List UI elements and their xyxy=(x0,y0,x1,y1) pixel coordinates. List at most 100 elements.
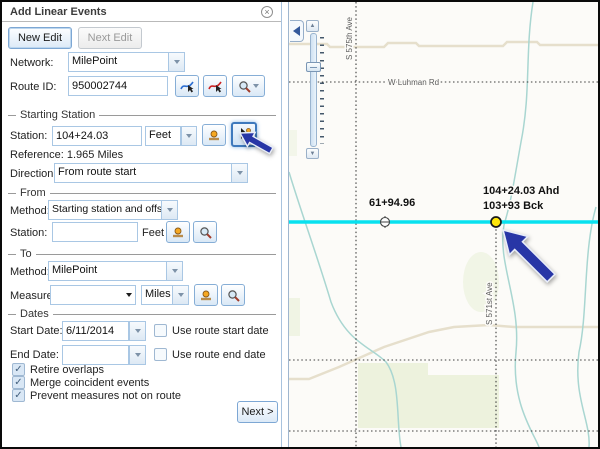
route-id-label: Route ID: xyxy=(10,81,56,93)
from-legend: From xyxy=(8,187,276,199)
panel-title: Add Linear Events xyxy=(10,6,107,18)
search-icon xyxy=(227,289,240,302)
station-icon xyxy=(199,288,213,302)
tan-road xyxy=(289,325,599,379)
chevron-down-icon[interactable] xyxy=(126,286,135,304)
route-clear-icon xyxy=(208,79,223,93)
prevent-measures-label: Prevent measures not on route xyxy=(30,390,181,402)
map-canvas: W Luhman Rd S 575th Ave S 571st Ave 61+9… xyxy=(289,2,599,447)
pick-station-on-map-button[interactable] xyxy=(231,122,257,147)
street-label-vertical-top: S 575th Ave xyxy=(345,16,354,60)
station-label: Station: xyxy=(10,130,47,142)
close-icon[interactable]: × xyxy=(261,6,273,18)
reference-text: Reference: 1.965 Miles xyxy=(10,149,123,161)
chevron-down-icon[interactable] xyxy=(168,53,184,71)
use-route-start-date-checkbox[interactable] xyxy=(154,324,167,337)
measure-unit-value: Miles xyxy=(142,286,172,304)
measure-search-button[interactable] xyxy=(221,284,245,306)
from-method-select[interactable]: Starting station and offset xyxy=(48,200,178,220)
chevron-down-icon xyxy=(130,346,145,364)
to-legend: To xyxy=(8,248,276,260)
from-station-label: Station: xyxy=(10,227,47,239)
station-measure-label-ahead: 104+24.03 Ahd xyxy=(483,185,559,197)
station-measure-label-back: 103+93 Bck xyxy=(483,200,544,212)
end-date-dropdown[interactable] xyxy=(129,345,146,365)
retire-overlaps-label: Retire overlaps xyxy=(30,364,104,376)
station-input[interactable] xyxy=(52,126,142,146)
merge-coincident-events-checkbox[interactable]: ✓ xyxy=(12,376,25,389)
measure-combo[interactable] xyxy=(50,285,136,305)
search-icon xyxy=(199,226,212,239)
station-measure-label-left: 61+94.96 xyxy=(369,197,415,209)
new-edit-button[interactable]: New Edit xyxy=(8,27,72,49)
zoom-in-button[interactable]: ▲ xyxy=(306,20,319,32)
use-route-start-date-label: Use route start date xyxy=(172,325,269,337)
zoom-slider-handle[interactable] xyxy=(306,62,321,72)
direction-label: Direction: xyxy=(10,168,56,180)
start-date-input[interactable] xyxy=(62,321,129,341)
route-search-button[interactable] xyxy=(232,75,265,97)
select-route-on-map-button[interactable] xyxy=(175,75,199,97)
zoom-slider-ticks xyxy=(320,37,324,144)
from-method-label: Method: xyxy=(10,205,50,217)
retire-overlaps-checkbox[interactable]: ✓ xyxy=(12,363,25,376)
starting-station-legend: Starting Station xyxy=(8,109,276,121)
app-window: Add Linear Events × New Edit Next Edit N… xyxy=(0,0,600,449)
to-method-select[interactable]: MilePoint xyxy=(48,261,183,281)
direction-select[interactable]: From route start xyxy=(54,163,248,183)
stream xyxy=(503,2,539,447)
from-method-value: Starting station and offset xyxy=(49,201,161,219)
measure-unit-select[interactable]: Miles xyxy=(141,285,189,305)
to-method-label: Method: xyxy=(10,266,50,278)
pick-station-icon xyxy=(237,127,252,142)
next-button[interactable]: Next > xyxy=(237,401,278,423)
collapse-panel-button[interactable] xyxy=(290,20,304,42)
station-measure-button[interactable] xyxy=(202,124,226,146)
end-date-input[interactable] xyxy=(62,345,129,365)
route-id-input[interactable] xyxy=(68,76,168,96)
network-value: MilePoint xyxy=(69,53,168,71)
green-area xyxy=(289,298,300,336)
chevron-down-icon xyxy=(130,322,145,340)
network-label: Network: xyxy=(10,57,53,69)
merge-coincident-events-label: Merge coincident events xyxy=(30,377,149,389)
chevron-down-icon[interactable] xyxy=(231,164,247,182)
to-method-value: MilePoint xyxy=(49,262,166,280)
start-date-dropdown[interactable] xyxy=(129,321,146,341)
green-area xyxy=(289,130,297,156)
measure-value xyxy=(51,286,126,304)
measure-pick-button[interactable] xyxy=(194,284,218,306)
clear-route-selection-button[interactable] xyxy=(203,75,227,97)
next-edit-button[interactable]: Next Edit xyxy=(78,27,142,49)
prevent-measures-checkbox[interactable]: ✓ xyxy=(12,389,25,402)
from-station-input[interactable] xyxy=(52,222,138,242)
zoom-out-button[interactable]: ▼ xyxy=(306,148,319,159)
add-linear-events-panel: Add Linear Events × New Edit Next Edit N… xyxy=(2,2,282,447)
chevron-down-icon xyxy=(253,84,259,88)
search-icon xyxy=(238,80,251,93)
zoom-slider-track[interactable] xyxy=(310,33,317,147)
selected-station-marker[interactable] xyxy=(491,217,501,227)
route-select-icon xyxy=(180,79,195,93)
dates-legend: Dates xyxy=(8,308,276,320)
direction-value: From route start xyxy=(55,164,231,182)
map-viewport[interactable]: W Luhman Rd S 575th Ave S 571st Ave 61+9… xyxy=(288,2,598,447)
tan-road xyxy=(289,42,599,47)
station-unit-arrow[interactable] xyxy=(181,126,197,146)
station-unit-select[interactable]: Feet xyxy=(145,126,181,146)
chevron-down-icon xyxy=(182,127,196,145)
station-unit-value: Feet xyxy=(146,127,180,145)
station-icon xyxy=(171,225,185,239)
reference-point-marker xyxy=(381,216,390,228)
use-route-end-date-checkbox[interactable] xyxy=(154,348,167,361)
chevron-left-icon xyxy=(293,26,300,36)
street-label-vertical-bottom: S 571st Ave xyxy=(485,282,494,325)
start-date-label: Start Date: xyxy=(10,325,63,337)
chevron-down-icon[interactable] xyxy=(161,201,177,219)
panel-header: Add Linear Events × xyxy=(2,2,281,22)
chevron-down-icon[interactable] xyxy=(172,286,188,304)
chevron-down-icon[interactable] xyxy=(166,262,182,280)
network-select[interactable]: MilePoint xyxy=(68,52,185,72)
from-station-search-button[interactable] xyxy=(193,221,217,243)
from-station-measure-button[interactable] xyxy=(166,221,190,243)
